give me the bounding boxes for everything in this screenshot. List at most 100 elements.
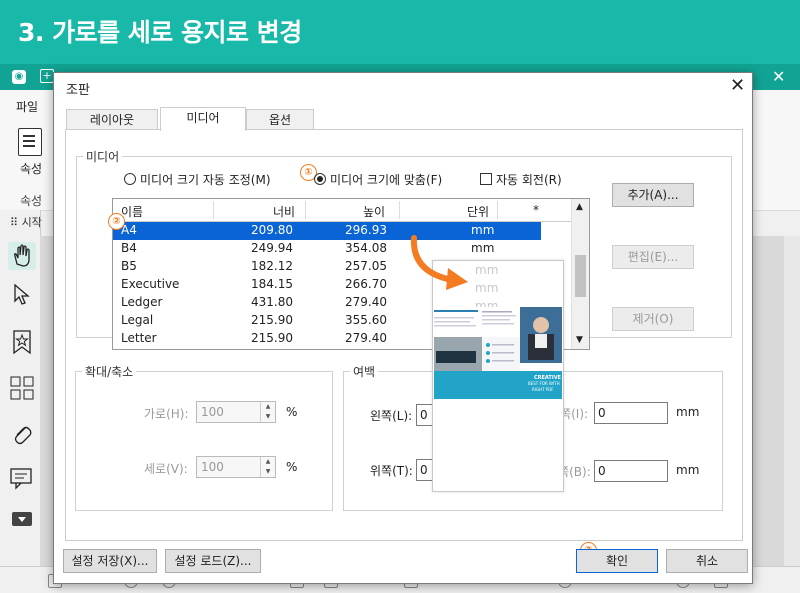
top-margin-value: 0 [420,463,428,477]
ok-button[interactable]: 확인 [576,549,658,573]
dialog-title: 조판 [66,83,90,98]
app-logo-icon: ◉ [12,70,26,84]
spinner-arrows-icon[interactable]: ▲ ▼ [260,457,275,477]
add-button[interactable]: 추가(A)... [612,183,694,207]
row-name: Legal [121,313,154,327]
tab-media[interactable]: 미디어 [160,107,246,131]
bottom-margin-unit: mm [676,463,700,477]
tab-layout[interactable]: 레이아웃 [66,109,158,130]
table-header: 이름 너비 높이 단위 * [113,199,571,222]
row-height: 355.60 [345,313,387,327]
callout-2: ② [108,213,125,230]
cancel-button[interactable]: 취소 [666,549,748,573]
media-group-legend: 미디어 [86,150,120,164]
flyer-headline-2: BEST FOR WITH [528,381,560,386]
dialog-close-icon[interactable]: ✕ [730,75,745,96]
vertical-scale-unit: % [286,460,298,474]
table-row[interactable]: A4 209.80 296.93 mm [113,222,541,240]
tab-options[interactable]: 옵션 [246,109,314,130]
table-row[interactable]: B4 249.94 354.08 mm [113,240,541,258]
scroll-thumb[interactable] [575,255,586,297]
thumbnails-grid-icon[interactable] [8,374,36,402]
header-divider [399,201,400,219]
col-height-header[interactable]: 높이 [363,203,385,220]
vertical-scale-value: 100 [201,460,224,474]
properties-group-label: 속성 [20,194,43,208]
fit-media-radio[interactable]: 미디어 크기에 맞춤(F) [314,171,442,188]
row-width: 215.90 [251,313,293,327]
col-star-header[interactable]: * [533,203,539,217]
header-divider [497,201,498,219]
canvas-scrollbar[interactable] [784,236,800,566]
row-height: 296.93 [345,223,387,237]
left-margin-label: 왼쪽(L): [370,409,413,423]
auto-rotate-checkbox[interactable]: 자동 회전(R) [480,171,562,188]
load-settings-button[interactable]: 설정 로드(Z)... [165,549,261,573]
auto-rotate-label: 자동 회전(R) [496,173,562,187]
top-margin-label: 위쪽(T): [370,464,413,478]
row-width: 182.12 [251,259,293,273]
bottom-margin-input[interactable]: 0 [594,460,668,482]
scale-group: 확대/축소 [75,363,333,511]
horizontal-scale-spinner[interactable]: 100 ▲ ▼ [196,401,276,423]
right-margin-value: 0 [598,406,606,420]
row-width: 184.15 [251,277,293,291]
imposition-dialog: 조판 ✕ 레이아웃 미디어 옵션 미디어 미디어 크기 자동 조정(M) ① 미… [53,72,753,584]
bookmark-star-icon[interactable] [8,328,36,356]
margin-group-legend: 여백 [353,365,376,379]
vertical-scale-spinner[interactable]: 100 ▲ ▼ [196,456,276,478]
col-unit-header[interactable]: 단위 [467,203,489,220]
row-unit: mm [471,241,495,255]
scale-group-legend: 확대/축소 [85,365,134,379]
horizontal-scale-label: 가로(H): [144,407,189,421]
col-width-header[interactable]: 너비 [273,203,295,220]
row-name: B5 [121,259,137,273]
panel-collapse-icon[interactable] [12,512,32,526]
left-margin-value: 0 [420,408,428,422]
attachment-clip-icon[interactable] [8,420,36,448]
file-menu[interactable]: 파일 [16,98,38,115]
properties-button-label[interactable]: 속성 [20,160,42,177]
table-scrollbar[interactable]: ▲ ▼ [571,199,589,349]
grip-icon: ⠿ [10,216,22,229]
scroll-up-icon[interactable]: ▲ [576,202,583,212]
comments-icon[interactable] [8,464,36,492]
row-name: Letter [121,331,157,345]
row-height: 279.40 [345,295,387,309]
new-tab-icon[interactable]: + [40,69,54,83]
remove-button[interactable]: 제거(O) [612,307,694,331]
bottom-margin-value: 0 [598,464,606,478]
fit-media-label: 미디어 크기에 맞춤(F) [330,173,443,187]
auto-adjust-radio[interactable]: 미디어 크기 자동 조정(M) [124,171,271,188]
edit-button[interactable]: 편집(E)... [612,245,694,269]
header-divider [305,201,306,219]
banner-title: 3. 가로를 세로 용지로 변경 [18,18,302,47]
faded-unit: mm [475,281,499,295]
properties-icon[interactable] [18,128,42,156]
row-unit: mm [471,223,495,237]
select-arrow-icon[interactable] [8,280,36,308]
header-divider [213,201,214,219]
start-tab-text: 시작 [21,216,42,229]
start-tab-label[interactable]: ⠿ 시작 [10,214,42,230]
right-margin-unit: mm [676,405,700,419]
tutorial-banner: 3. 가로를 세로 용지로 변경 [0,0,800,64]
flyer-headline-3: RIGHT PDF [532,387,554,392]
spinner-arrows-icon[interactable]: ▲ ▼ [260,402,275,422]
app-close-icon[interactable]: ✕ [772,67,785,86]
save-settings-button[interactable]: 설정 저장(X)... [63,549,157,573]
row-height: 279.40 [345,331,387,345]
row-width: 209.80 [251,223,293,237]
flyer-thumbnail: CREATIVE BEST FOR WITH RIGHT PDF [434,307,562,399]
row-name: B4 [121,241,137,255]
vertical-scale-label: 세로(V): [144,462,188,476]
horizontal-scale-value: 100 [201,405,224,419]
row-width: 249.94 [251,241,293,255]
hand-tool-icon[interactable] [8,242,36,270]
row-name: Executive [121,277,180,291]
row-height: 266.70 [345,277,387,291]
horizontal-scale-unit: % [286,405,298,419]
right-margin-input[interactable]: 0 [594,402,668,424]
row-width: 431.80 [251,295,293,309]
scroll-down-icon[interactable]: ▼ [576,335,583,345]
